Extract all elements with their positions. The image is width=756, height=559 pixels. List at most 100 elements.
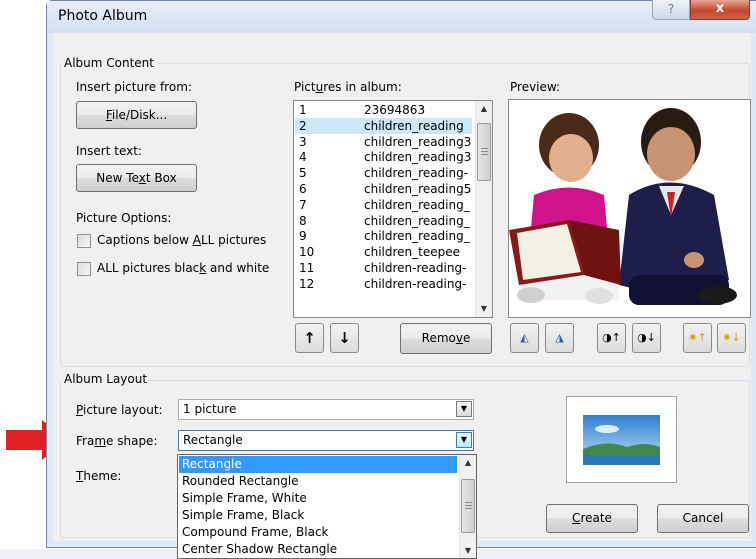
picture-name: children_reading_ <box>364 213 470 228</box>
picture-number: 4 <box>299 150 307 165</box>
picture-list-item[interactable]: 10 children_teepee <box>295 244 472 260</box>
frame-option[interactable]: Simple Frame, Black <box>179 507 457 524</box>
frame-dropdown-scrollbar[interactable]: ▲ ▼ <box>459 455 476 558</box>
theme-label-post: heme: <box>83 469 122 483</box>
picture-list-item[interactable]: 3 children_reading3 <box>295 134 472 150</box>
album-layout-legend: Album Layout <box>61 372 151 386</box>
scroll-thumb[interactable] <box>477 123 491 181</box>
picture-list-item[interactable]: 12 children-reading- <box>295 276 472 292</box>
picture-number: 10 <box>299 245 315 260</box>
rotate-left-button[interactable]: ◭ <box>510 323 539 353</box>
arrow-up-icon: ↑ <box>303 329 316 347</box>
new-text-box-label-accel: x <box>138 171 146 185</box>
picture-name: children-reading- <box>364 261 467 275</box>
close-button[interactable]: x <box>690 0 750 20</box>
brightness-down-button[interactable]: ✷↓ <box>717 323 746 353</box>
brightness-down-icon: ✷↓ <box>722 331 741 344</box>
picture-name: children_reading_ <box>364 229 470 244</box>
contrast-down-button[interactable]: ◑↓ <box>632 323 661 353</box>
chevron-down-icon[interactable]: ▼ <box>456 401 472 417</box>
frame-option[interactable]: Rectangle <box>179 456 457 473</box>
frame-shape-label-accel: m <box>94 434 107 448</box>
picture-name: children_reading- <box>364 166 469 181</box>
remove-label-accel: v <box>455 331 463 345</box>
captions-label-accel: A <box>192 233 201 247</box>
picture-list-item[interactable]: 2 children_reading <box>295 117 472 134</box>
frame-shape-value: Rectangle <box>183 433 243 447</box>
black-white-checkbox[interactable] <box>77 262 91 276</box>
picture-list-item[interactable]: 4 children_reading3 <box>295 149 472 165</box>
pictures-label-post: res in album: <box>323 80 402 94</box>
picture-layout-select[interactable]: 1 picture ▼ <box>178 399 474 420</box>
frame-option[interactable]: Simple Frame, White <box>179 490 457 507</box>
scroll-down-icon[interactable]: ▼ <box>476 301 492 317</box>
insert-picture-label: Insert picture from: <box>76 80 192 94</box>
arrow-down-icon: ↓ <box>338 329 351 347</box>
picture-list-item[interactable]: 7 children_reading_ <box>295 197 472 213</box>
black-white-label-pre: ALL pictures blac <box>97 261 200 275</box>
picture-number: 1 <box>299 103 307 117</box>
brightness-up-icon: ✷↑ <box>688 331 707 344</box>
brightness-up-button[interactable]: ✷↑ <box>683 323 712 353</box>
new-text-box-label-post: t Box <box>145 171 177 185</box>
create-button[interactable]: Create <box>546 504 638 533</box>
picture-number: 6 <box>299 182 307 196</box>
pictures-scrollbar[interactable]: ▲ ▼ <box>475 101 492 317</box>
contrast-up-icon: ◑↑ <box>602 331 621 344</box>
picture-name: children_reading_ <box>364 197 470 212</box>
frame-shape-label: Frame shape: <box>76 434 157 448</box>
album-content-legend: Album Content <box>61 56 157 70</box>
picture-name: children-reading- <box>364 276 467 291</box>
picture-list-item[interactable]: 8 children_reading_ <box>295 213 472 229</box>
picture-name: children_reading5 <box>364 182 472 196</box>
scroll-thumb[interactable] <box>461 479 475 533</box>
theme-label: Theme: <box>76 469 121 483</box>
picture-name: children_reading3 <box>364 134 472 149</box>
pictures-in-album-label: Pictures in album: <box>294 80 402 94</box>
captions-checkbox[interactable] <box>77 234 91 248</box>
picture-list-item[interactable]: 1 23694863 <box>295 102 472 118</box>
rotate-right-icon: ◮ <box>555 331 564 344</box>
picture-number: 8 <box>299 213 307 228</box>
picture-layout-label-accel: P <box>76 403 83 417</box>
remove-button[interactable]: Remove <box>400 323 492 354</box>
new-text-box-button[interactable]: New Text Box <box>76 164 197 192</box>
captions-label[interactable]: Captions below ALL pictures <box>97 233 266 247</box>
scroll-up-icon[interactable]: ▲ <box>476 101 492 117</box>
scroll-down-icon[interactable]: ▼ <box>460 543 476 558</box>
rotate-right-button[interactable]: ◮ <box>545 323 574 353</box>
file-disk-label-post: ile/Disk... <box>111 108 168 122</box>
help-button[interactable]: ? <box>652 0 690 20</box>
frame-option[interactable]: Rounded Rectangle <box>179 473 457 490</box>
title-bar <box>47 1 756 33</box>
picture-list-item[interactable]: 6 children_reading5 <box>295 181 472 197</box>
pictures-label-pre: Pict <box>294 80 316 94</box>
file-disk-button[interactable]: File/Disk... <box>76 101 197 129</box>
create-label-post: reate <box>580 511 612 525</box>
frame-option[interactable]: Compound Frame, Black <box>179 524 457 541</box>
picture-list-item[interactable]: 9 children_reading_ <box>295 228 472 244</box>
picture-number: 9 <box>299 229 307 244</box>
frame-shape-dropdown-list[interactable]: Rectangle Rounded Rectangle Simple Frame, … <box>177 454 477 559</box>
picture-list-item[interactable]: 11 children-reading- <box>295 260 472 276</box>
black-white-label[interactable]: ALL pictures black and white <box>97 261 269 275</box>
move-up-button[interactable]: ↑ <box>295 323 324 353</box>
pictures-listbox[interactable]: 1 23694863 2 children_reading 3 children_read… <box>293 100 493 318</box>
picture-number: 2 <box>299 118 307 133</box>
frame-shape-label-post: e shape: <box>106 434 158 448</box>
contrast-down-icon: ◑↓ <box>637 331 656 344</box>
picture-name: 23694863 <box>364 103 426 117</box>
picture-number: 3 <box>299 134 307 149</box>
chevron-down-icon[interactable]: ▼ <box>456 432 472 448</box>
picture-number: 5 <box>299 166 307 181</box>
preview-label: Preview: <box>510 80 561 94</box>
remove-label-pre: Remo <box>421 331 456 345</box>
move-down-button[interactable]: ↓ <box>330 323 359 353</box>
preview-image <box>508 99 751 318</box>
frame-shape-select[interactable]: Rectangle ▼ <box>178 430 474 451</box>
frame-option[interactable]: Center Shadow Rectangle <box>179 541 457 558</box>
picture-list-item[interactable]: 5 children_reading- <box>295 165 472 181</box>
contrast-up-button[interactable]: ◑↑ <box>597 323 626 353</box>
scroll-up-icon[interactable]: ▲ <box>460 455 476 471</box>
cancel-button[interactable]: Cancel <box>657 504 749 533</box>
